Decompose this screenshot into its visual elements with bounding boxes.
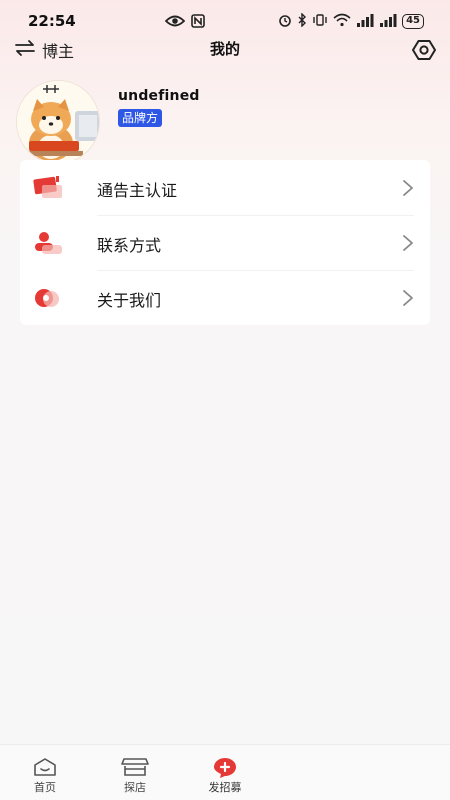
- menu-item-certification[interactable]: 通告主认证: [20, 160, 430, 215]
- status-time: 22:54: [28, 12, 76, 30]
- store-icon: [121, 757, 149, 781]
- wifi-icon: [333, 12, 351, 31]
- home-icon: [32, 757, 58, 781]
- role-badge: 品牌方: [118, 109, 163, 127]
- chevron-right-icon: [402, 234, 414, 256]
- status-bar: 22:54 45: [0, 0, 450, 40]
- avatar[interactable]: [16, 80, 100, 164]
- menu-item-label: 关于我们: [97, 291, 162, 310]
- battery-indicator: 45: [402, 14, 424, 29]
- vibrate-icon: [312, 12, 328, 31]
- menu-item-about[interactable]: 关于我们: [20, 270, 430, 325]
- page-title: 我的: [209, 40, 240, 58]
- alarm-icon: [278, 12, 292, 31]
- menu-item-label: 联系方式: [97, 236, 162, 255]
- menu-item-contact[interactable]: 联系方式: [20, 215, 430, 270]
- eye-icon: [164, 13, 186, 32]
- signal-icon-2: [379, 12, 397, 31]
- signal-icon-1: [356, 12, 374, 31]
- settings-icon[interactable]: [412, 38, 436, 66]
- about-icon: [32, 284, 64, 312]
- status-center-icons: [164, 13, 205, 32]
- bottom-nav: 首页 探店 发招募: [0, 744, 450, 800]
- chevron-right-icon: [402, 179, 414, 201]
- username: undefined: [118, 88, 200, 104]
- shiba-avatar-image: [17, 81, 99, 163]
- menu-item-label: 通告主认证: [97, 181, 178, 200]
- contact-icon: [32, 229, 64, 257]
- status-right-icons: 45: [278, 12, 424, 31]
- nav-item-home[interactable]: 首页: [15, 745, 75, 800]
- chevron-right-icon: [402, 289, 414, 311]
- bluetooth-icon: [297, 12, 307, 31]
- menu-card: 通告主认证 联系方式 关于我们: [20, 160, 430, 325]
- nav-item-store[interactable]: 探店: [105, 745, 165, 800]
- nav-label: 探店: [124, 781, 146, 794]
- nav-label: 发招募: [208, 781, 242, 794]
- nav-item-post-recruit[interactable]: 发招募: [195, 745, 255, 800]
- nfc-icon: [191, 13, 205, 32]
- certification-icon: [32, 174, 64, 202]
- nav-label: 首页: [34, 781, 56, 794]
